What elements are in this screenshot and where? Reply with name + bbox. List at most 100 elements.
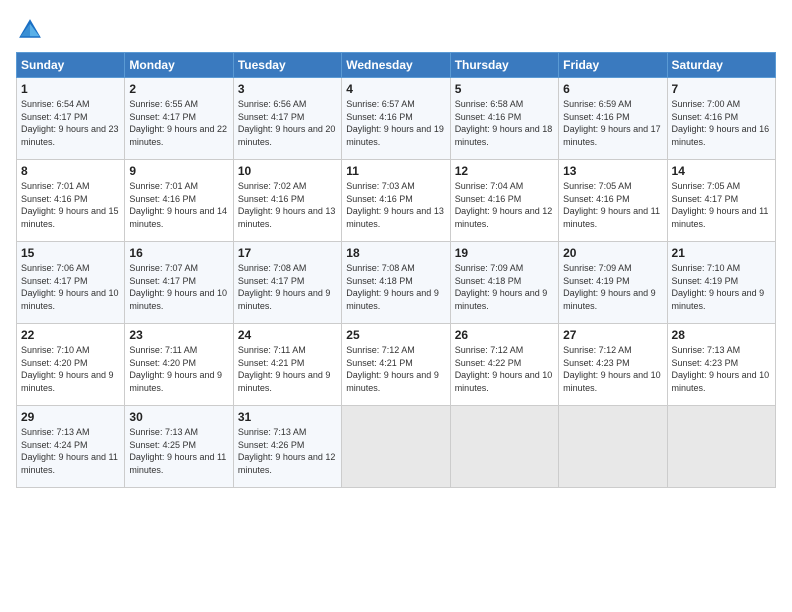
day-number: 6	[563, 82, 662, 96]
day-info: Sunrise: 7:12 AMSunset: 4:21 PMDaylight:…	[346, 345, 439, 393]
calendar-cell: 12 Sunrise: 7:04 AMSunset: 4:16 PMDaylig…	[450, 160, 558, 242]
calendar-cell: 4 Sunrise: 6:57 AMSunset: 4:16 PMDayligh…	[342, 78, 450, 160]
calendar-cell: 5 Sunrise: 6:58 AMSunset: 4:16 PMDayligh…	[450, 78, 558, 160]
calendar-cell: 30 Sunrise: 7:13 AMSunset: 4:25 PMDaylig…	[125, 406, 233, 488]
day-number: 23	[129, 328, 228, 342]
day-info: Sunrise: 7:05 AMSunset: 4:17 PMDaylight:…	[672, 181, 769, 229]
day-number: 11	[346, 164, 445, 178]
calendar-cell: 28 Sunrise: 7:13 AMSunset: 4:23 PMDaylig…	[667, 324, 775, 406]
calendar-week-5: 29 Sunrise: 7:13 AMSunset: 4:24 PMDaylig…	[17, 406, 776, 488]
calendar-cell: 14 Sunrise: 7:05 AMSunset: 4:17 PMDaylig…	[667, 160, 775, 242]
calendar-cell: 15 Sunrise: 7:06 AMSunset: 4:17 PMDaylig…	[17, 242, 125, 324]
calendar-cell: 1 Sunrise: 6:54 AMSunset: 4:17 PMDayligh…	[17, 78, 125, 160]
day-info: Sunrise: 7:04 AMSunset: 4:16 PMDaylight:…	[455, 181, 553, 229]
day-number: 9	[129, 164, 228, 178]
day-info: Sunrise: 7:10 AMSunset: 4:20 PMDaylight:…	[21, 345, 114, 393]
day-number: 20	[563, 246, 662, 260]
calendar-cell: 13 Sunrise: 7:05 AMSunset: 4:16 PMDaylig…	[559, 160, 667, 242]
calendar-cell: 17 Sunrise: 7:08 AMSunset: 4:17 PMDaylig…	[233, 242, 341, 324]
calendar-cell: 21 Sunrise: 7:10 AMSunset: 4:19 PMDaylig…	[667, 242, 775, 324]
day-number: 4	[346, 82, 445, 96]
day-number: 12	[455, 164, 554, 178]
day-info: Sunrise: 7:06 AMSunset: 4:17 PMDaylight:…	[21, 263, 119, 311]
day-number: 18	[346, 246, 445, 260]
calendar-cell: 6 Sunrise: 6:59 AMSunset: 4:16 PMDayligh…	[559, 78, 667, 160]
day-number: 7	[672, 82, 771, 96]
day-number: 27	[563, 328, 662, 342]
day-info: Sunrise: 6:57 AMSunset: 4:16 PMDaylight:…	[346, 99, 444, 147]
weekday-header-wednesday: Wednesday	[342, 53, 450, 78]
logo-icon	[16, 16, 44, 44]
day-info: Sunrise: 7:13 AMSunset: 4:23 PMDaylight:…	[672, 345, 770, 393]
calendar-cell: 29 Sunrise: 7:13 AMSunset: 4:24 PMDaylig…	[17, 406, 125, 488]
calendar-container: SundayMondayTuesdayWednesdayThursdayFrid…	[0, 0, 792, 612]
calendar-cell: 3 Sunrise: 6:56 AMSunset: 4:17 PMDayligh…	[233, 78, 341, 160]
weekday-header-monday: Monday	[125, 53, 233, 78]
day-info: Sunrise: 7:11 AMSunset: 4:21 PMDaylight:…	[238, 345, 331, 393]
day-number: 10	[238, 164, 337, 178]
day-info: Sunrise: 7:13 AMSunset: 4:25 PMDaylight:…	[129, 427, 226, 475]
day-number: 26	[455, 328, 554, 342]
day-info: Sunrise: 7:11 AMSunset: 4:20 PMDaylight:…	[129, 345, 222, 393]
calendar-cell: 8 Sunrise: 7:01 AMSunset: 4:16 PMDayligh…	[17, 160, 125, 242]
day-info: Sunrise: 7:12 AMSunset: 4:22 PMDaylight:…	[455, 345, 553, 393]
calendar-cell: 19 Sunrise: 7:09 AMSunset: 4:18 PMDaylig…	[450, 242, 558, 324]
day-number: 24	[238, 328, 337, 342]
calendar-cell: 16 Sunrise: 7:07 AMSunset: 4:17 PMDaylig…	[125, 242, 233, 324]
day-info: Sunrise: 6:58 AMSunset: 4:16 PMDaylight:…	[455, 99, 553, 147]
day-info: Sunrise: 7:03 AMSunset: 4:16 PMDaylight:…	[346, 181, 444, 229]
day-info: Sunrise: 7:01 AMSunset: 4:16 PMDaylight:…	[21, 181, 119, 229]
day-info: Sunrise: 7:13 AMSunset: 4:26 PMDaylight:…	[238, 427, 336, 475]
day-number: 13	[563, 164, 662, 178]
day-info: Sunrise: 7:08 AMSunset: 4:17 PMDaylight:…	[238, 263, 331, 311]
calendar-cell	[667, 406, 775, 488]
weekday-header-row: SundayMondayTuesdayWednesdayThursdayFrid…	[17, 53, 776, 78]
day-info: Sunrise: 7:10 AMSunset: 4:19 PMDaylight:…	[672, 263, 765, 311]
day-number: 31	[238, 410, 337, 424]
weekday-header-sunday: Sunday	[17, 53, 125, 78]
day-number: 14	[672, 164, 771, 178]
day-number: 22	[21, 328, 120, 342]
calendar-cell: 20 Sunrise: 7:09 AMSunset: 4:19 PMDaylig…	[559, 242, 667, 324]
day-info: Sunrise: 7:12 AMSunset: 4:23 PMDaylight:…	[563, 345, 661, 393]
day-info: Sunrise: 7:07 AMSunset: 4:17 PMDaylight:…	[129, 263, 227, 311]
day-info: Sunrise: 7:05 AMSunset: 4:16 PMDaylight:…	[563, 181, 660, 229]
day-number: 21	[672, 246, 771, 260]
calendar-cell: 31 Sunrise: 7:13 AMSunset: 4:26 PMDaylig…	[233, 406, 341, 488]
logo	[16, 16, 48, 44]
weekday-header-saturday: Saturday	[667, 53, 775, 78]
calendar-cell: 7 Sunrise: 7:00 AMSunset: 4:16 PMDayligh…	[667, 78, 775, 160]
day-number: 29	[21, 410, 120, 424]
calendar-cell: 10 Sunrise: 7:02 AMSunset: 4:16 PMDaylig…	[233, 160, 341, 242]
day-number: 2	[129, 82, 228, 96]
day-number: 30	[129, 410, 228, 424]
calendar-cell: 22 Sunrise: 7:10 AMSunset: 4:20 PMDaylig…	[17, 324, 125, 406]
calendar-week-1: 1 Sunrise: 6:54 AMSunset: 4:17 PMDayligh…	[17, 78, 776, 160]
weekday-header-tuesday: Tuesday	[233, 53, 341, 78]
calendar-cell	[559, 406, 667, 488]
calendar-cell: 18 Sunrise: 7:08 AMSunset: 4:18 PMDaylig…	[342, 242, 450, 324]
calendar-cell: 11 Sunrise: 7:03 AMSunset: 4:16 PMDaylig…	[342, 160, 450, 242]
day-info: Sunrise: 6:56 AMSunset: 4:17 PMDaylight:…	[238, 99, 336, 147]
day-info: Sunrise: 7:08 AMSunset: 4:18 PMDaylight:…	[346, 263, 439, 311]
calendar-cell: 25 Sunrise: 7:12 AMSunset: 4:21 PMDaylig…	[342, 324, 450, 406]
day-number: 16	[129, 246, 228, 260]
calendar-week-3: 15 Sunrise: 7:06 AMSunset: 4:17 PMDaylig…	[17, 242, 776, 324]
day-info: Sunrise: 7:00 AMSunset: 4:16 PMDaylight:…	[672, 99, 770, 147]
calendar-cell: 23 Sunrise: 7:11 AMSunset: 4:20 PMDaylig…	[125, 324, 233, 406]
calendar-cell: 26 Sunrise: 7:12 AMSunset: 4:22 PMDaylig…	[450, 324, 558, 406]
calendar-week-4: 22 Sunrise: 7:10 AMSunset: 4:20 PMDaylig…	[17, 324, 776, 406]
day-info: Sunrise: 7:01 AMSunset: 4:16 PMDaylight:…	[129, 181, 227, 229]
day-info: Sunrise: 7:02 AMSunset: 4:16 PMDaylight:…	[238, 181, 336, 229]
calendar-week-2: 8 Sunrise: 7:01 AMSunset: 4:16 PMDayligh…	[17, 160, 776, 242]
day-number: 1	[21, 82, 120, 96]
calendar-table: SundayMondayTuesdayWednesdayThursdayFrid…	[16, 52, 776, 488]
day-number: 17	[238, 246, 337, 260]
weekday-header-thursday: Thursday	[450, 53, 558, 78]
day-number: 5	[455, 82, 554, 96]
day-info: Sunrise: 7:09 AMSunset: 4:18 PMDaylight:…	[455, 263, 548, 311]
day-info: Sunrise: 6:55 AMSunset: 4:17 PMDaylight:…	[129, 99, 227, 147]
day-number: 28	[672, 328, 771, 342]
day-number: 19	[455, 246, 554, 260]
calendar-cell: 24 Sunrise: 7:11 AMSunset: 4:21 PMDaylig…	[233, 324, 341, 406]
